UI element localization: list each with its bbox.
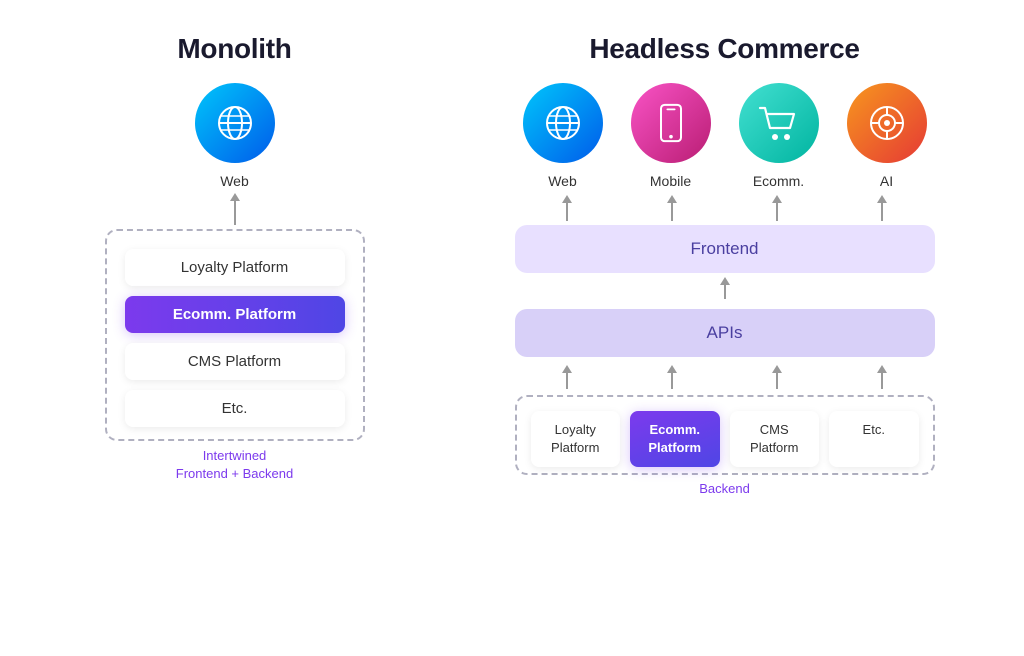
arrow-from-etc: [877, 365, 887, 389]
headless-mobile-label: Mobile: [650, 173, 691, 189]
arrow-to-ecomm: [772, 195, 782, 221]
monolith-loyalty-platform: Loyalty Platform: [125, 249, 345, 286]
backend-label: Backend: [699, 481, 750, 496]
monolith-arrow-up: [230, 193, 240, 225]
headless-ecomm-icon: [739, 83, 819, 163]
headless-ai-col: AI: [847, 83, 927, 189]
headless-web-label: Web: [548, 173, 577, 189]
backend-cms-platform: CMSPlatform: [730, 411, 820, 467]
web-icon: [195, 83, 275, 163]
apis-bar: APIs: [515, 309, 935, 357]
headless-mobile-icon: [631, 83, 711, 163]
backend-loyalty-platform: LoyaltyPlatform: [531, 411, 621, 467]
backend-etc: Etc.: [829, 411, 919, 467]
monolith-box-label: IntertwinedFrontend + Backend: [176, 447, 293, 483]
headless-arrows-from-backend: [515, 365, 935, 389]
monolith-ecomm-platform: Ecomm. Platform: [125, 296, 345, 333]
diagram-container: Monolith Web Loyalty Platform Ecomm. P: [12, 13, 1012, 643]
monolith-web-label: Web: [220, 173, 249, 189]
monolith-etc: Etc.: [125, 390, 345, 427]
headless-ai-icon: [847, 83, 927, 163]
headless-ecomm-label: Ecomm.: [753, 173, 804, 189]
headless-section: Headless Commerce Web: [480, 33, 970, 496]
backend-ecomm-platform: Ecomm.Platform: [630, 411, 720, 467]
headless-arrows-from-frontend: [515, 195, 935, 221]
arrow-to-mobile: [667, 195, 677, 221]
headless-web-icon: [523, 83, 603, 163]
frontend-bar: Frontend: [515, 225, 935, 273]
backend-dashed-box: LoyaltyPlatform Ecomm.Platform CMSPlatfo…: [515, 395, 935, 475]
headless-icons-row: Web Mobile: [523, 83, 927, 189]
monolith-dashed-box: Loyalty Platform Ecomm. Platform CMS Pla…: [105, 229, 365, 441]
monolith-section: Monolith Web Loyalty Platform Ecomm. P: [55, 33, 415, 483]
headless-ecomm-col: Ecomm.: [739, 83, 819, 189]
headless-mobile-col: Mobile: [631, 83, 711, 189]
headless-web-col: Web: [523, 83, 603, 189]
arrow-from-ecomm: [667, 365, 677, 389]
arrow-apis-to-frontend: [720, 277, 730, 299]
monolith-cms-platform: CMS Platform: [125, 343, 345, 380]
arrow-from-cms: [772, 365, 782, 389]
arrow-to-web: [562, 195, 572, 221]
monolith-web-icon-col: Web: [195, 83, 275, 189]
headless-ai-label: AI: [880, 173, 893, 189]
headless-title: Headless Commerce: [589, 33, 859, 65]
arrow-from-loyalty: [562, 365, 572, 389]
monolith-title: Monolith: [177, 33, 291, 65]
arrow-to-ai: [877, 195, 887, 221]
